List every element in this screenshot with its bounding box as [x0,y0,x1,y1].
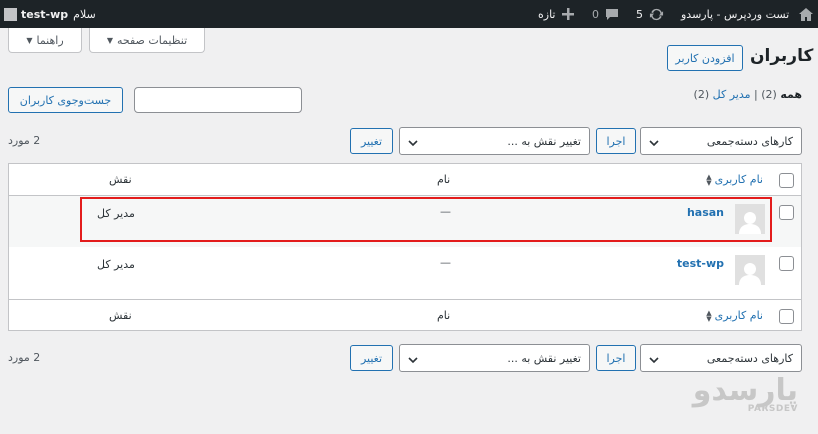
admin-bar-site-name[interactable]: تست وردپرس - پارسدو [681,0,789,28]
avatar [4,7,17,21]
name-column-header: نام [437,173,451,186]
items-count: 2 مورد [8,134,41,147]
users-table: نام کاربری ▲ ▼ نام نقش hasan — مدیر کل te… [8,163,802,331]
role-column-footer: نقش [109,309,132,322]
bulk-actions-select[interactable]: کارهای دسته‌جمعی [640,127,802,155]
apply-button[interactable]: اجرا [596,128,636,154]
change-role-label: تغییر نقش به ... [507,352,581,365]
sort-icon: ▲ ▼ [706,308,712,323]
username-column-footer[interactable]: نام کاربری ▲ ▼ [706,309,763,322]
table-footer: نام کاربری ▲ ▼ نام نقش [9,299,801,331]
view-all[interactable]: همه [780,88,802,101]
plus-icon [561,8,574,20]
username-column-label: نام کاربری [714,309,763,322]
help-tab-label: راهنما [36,33,64,47]
user-name: — [440,256,451,269]
select-all-checkbox[interactable] [779,173,794,188]
table-row: test-wp — مدیر کل [9,247,801,298]
help-tab[interactable]: ▼ راهنما [8,28,82,53]
view-filters: همه (2) | مدیر کل (2) [600,88,802,101]
highlight-box [80,197,772,242]
screen-options-tab[interactable]: ▼ تنظیمات صفحه [89,28,205,53]
bulk-actions-label: کارهای دسته‌جمعی [706,135,793,148]
admin-bar-updates[interactable]: 5 [636,0,664,28]
user-login-link[interactable]: test-wp [677,257,724,270]
change-role-select[interactable]: تغییر نقش به ... [399,127,590,155]
admin-bar-account[interactable]: test-wp سلام [4,0,96,28]
new-label: تازه [538,7,556,21]
add-user-button[interactable]: افزودن کاربر [667,45,743,71]
updates-icon [649,7,664,22]
chevron-down-icon [649,354,659,367]
change-role-select-bottom[interactable]: تغییر نقش به ... [399,344,590,372]
change-button[interactable]: تغییر [350,128,393,154]
parsdev-watermark: پارسدو PARSDEV [692,373,799,415]
comments-count: 0 [592,7,599,21]
admin-bar-new[interactable]: تازه [538,0,574,28]
chevron-down-icon [408,354,418,367]
updates-count: 5 [636,7,643,21]
comment-icon [605,8,619,21]
view-admin[interactable]: مدیر کل [713,88,751,101]
items-count-bottom: 2 مورد [8,351,41,364]
home-icon[interactable] [798,0,814,28]
role-column-header: نقش [109,173,132,186]
name-column-footer: نام [437,309,451,322]
search-input[interactable] [134,87,302,113]
view-separator: | [754,88,758,101]
username-column-label: نام کاربری [714,173,763,186]
screen-options-label: تنظیمات صفحه [116,33,188,47]
select-all-checkbox-footer[interactable] [779,309,794,324]
apply-button-bottom[interactable]: اجرا [596,345,636,371]
admin-bar-comments[interactable]: 0 [592,0,619,28]
avatar [735,255,765,285]
search-users-button[interactable]: جست‌وجوی کاربران [8,87,123,113]
change-button-bottom[interactable]: تغییر [350,345,393,371]
bulk-actions-select-bottom[interactable]: کارهای دسته‌جمعی [640,344,802,372]
page-title: کاربران [750,46,814,66]
chevron-down-icon [649,137,659,150]
row-checkbox[interactable] [779,256,794,271]
row-checkbox[interactable] [779,205,794,220]
chevron-down-icon [408,137,418,150]
username-column-header[interactable]: نام کاربری ▲ ▼ [706,173,763,186]
admin-bar: test-wp سلام تازه 0 5 تست وردپرس - پارسد… [0,0,818,28]
table-header: نام کاربری ▲ ▼ نام نقش [9,164,801,196]
bulk-actions-label: کارهای دسته‌جمعی [706,352,793,365]
user-role: مدیر کل [97,258,135,271]
admin-bar-greeting: سلام [73,7,96,21]
view-all-count: (2) [761,88,777,101]
view-admin-count: (2) [693,88,710,101]
sort-icon: ▲ ▼ [706,172,712,187]
admin-bar-username: test-wp [21,7,69,21]
change-role-label: تغییر نقش به ... [507,135,581,148]
watermark-fa: پارسدو [692,373,799,408]
caret-down-icon: ▼ [106,35,113,45]
caret-down-icon: ▼ [26,35,33,45]
